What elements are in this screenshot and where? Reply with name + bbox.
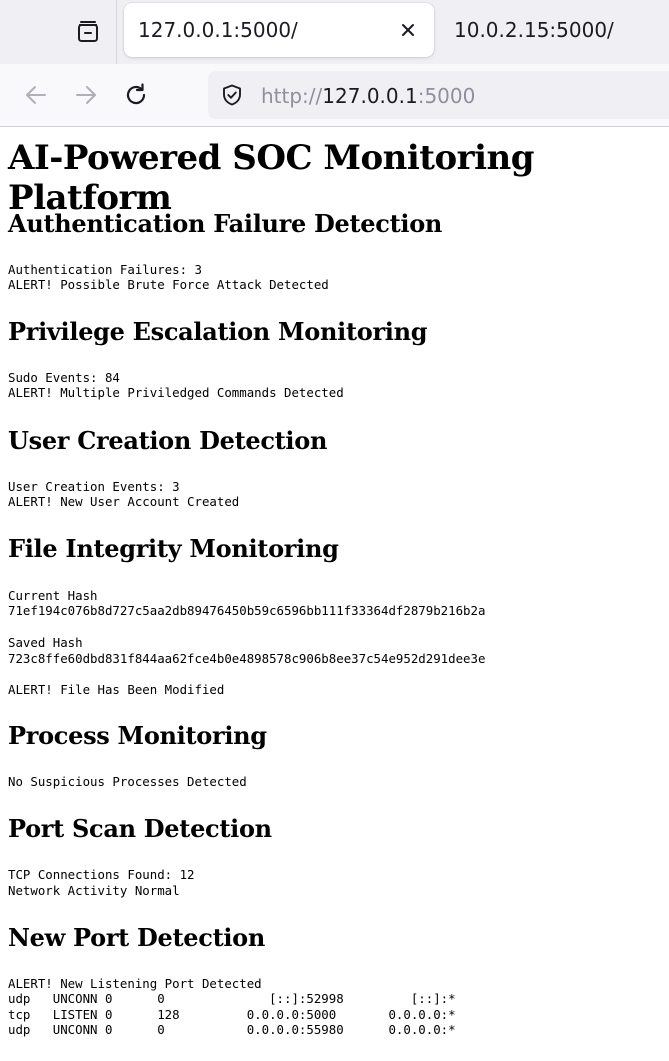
reload-button[interactable] — [118, 77, 154, 113]
navigation-bar: http://127.0.0.1:5000 — [0, 64, 669, 127]
saved-hash-label: Saved Hash — [8, 635, 83, 650]
forward-arrow-icon — [76, 86, 96, 104]
tcp-connections-line: TCP Connections Found: 12 — [8, 867, 195, 882]
current-hash-label: Current Hash — [8, 588, 98, 603]
url-bar[interactable]: http://127.0.0.1:5000 — [208, 71, 669, 119]
listening-port-row: tcp LISTEN 0 128 0.0.0.0:5000 0.0.0.0:* — [8, 1007, 456, 1022]
new-port-alert: ALERT! New Listening Port Detected — [8, 976, 262, 991]
user-creation-events-line: User Creation Events: 3 — [8, 479, 180, 494]
sudo-events-line: Sudo Events: 84 — [8, 370, 120, 385]
tab-close-button[interactable] — [396, 18, 420, 42]
auth-alert-line: ALERT! Possible Brute Force Attack Detec… — [8, 277, 329, 292]
page-title: AI-Powered SOC Monitoring Platform — [8, 138, 535, 218]
network-activity-line: Network Activity Normal — [8, 883, 180, 898]
tab-list-icon — [78, 21, 98, 42]
listening-port-row: udp UNCONN 0 0 [::]:52998 [::]:* — [8, 991, 456, 1006]
url-scheme: http:// — [261, 84, 323, 108]
tab-separator — [116, 0, 117, 64]
section-heading-privilege: Privilege Escalation Monitoring — [8, 317, 428, 346]
close-icon — [402, 24, 414, 36]
process-status-line: No Suspicious Processes Detected — [8, 774, 247, 789]
forward-button[interactable] — [68, 77, 104, 113]
reload-icon — [126, 83, 146, 105]
section-heading-process: Process Monitoring — [8, 721, 267, 750]
tab-list-button[interactable] — [70, 14, 106, 50]
section-heading-new-port: New Port Detection — [8, 923, 266, 952]
tab-active[interactable]: 127.0.0.1:5000/ — [124, 3, 434, 57]
privilege-alert-line: ALERT! Multiple Priviledged Commands Det… — [8, 385, 344, 400]
back-button[interactable] — [18, 77, 54, 113]
url-text: http://127.0.0.1:5000 — [261, 84, 475, 108]
section-heading-port-scan: Port Scan Detection — [8, 814, 272, 843]
tab-title: 127.0.0.1:5000/ — [138, 18, 298, 42]
tab-title: 10.0.2.15:5000/ — [454, 18, 614, 42]
url-host: 127.0.0.1 — [322, 84, 418, 108]
tab-strip: 127.0.0.1:5000/ 10.0.2.15:5000/ — [0, 0, 669, 64]
file-modified-alert: ALERT! File Has Been Modified — [8, 682, 225, 697]
url-port: :5000 — [417, 84, 476, 108]
auth-failures-line: Authentication Failures: 3 — [8, 262, 202, 277]
section-heading-file-integrity: File Integrity Monitoring — [8, 534, 339, 563]
shield-icon[interactable] — [220, 83, 244, 107]
section-heading-user-creation: User Creation Detection — [8, 426, 328, 455]
section-heading-auth: Authentication Failure Detection — [8, 209, 443, 238]
current-hash-value: 71ef194c076b8d727c5aa2db89476450b59c6596… — [8, 603, 486, 618]
user-creation-alert-line: ALERT! New User Account Created — [8, 494, 240, 509]
tab-inactive[interactable]: 10.0.2.15:5000/ — [440, 3, 669, 57]
listening-port-row: udp UNCONN 0 0 0.0.0.0:55980 0.0.0.0:* — [8, 1022, 456, 1037]
saved-hash-value: 723c8ffe60dbd831f844aa62fce4b0e4898578c9… — [8, 651, 486, 666]
back-arrow-icon — [26, 86, 46, 104]
